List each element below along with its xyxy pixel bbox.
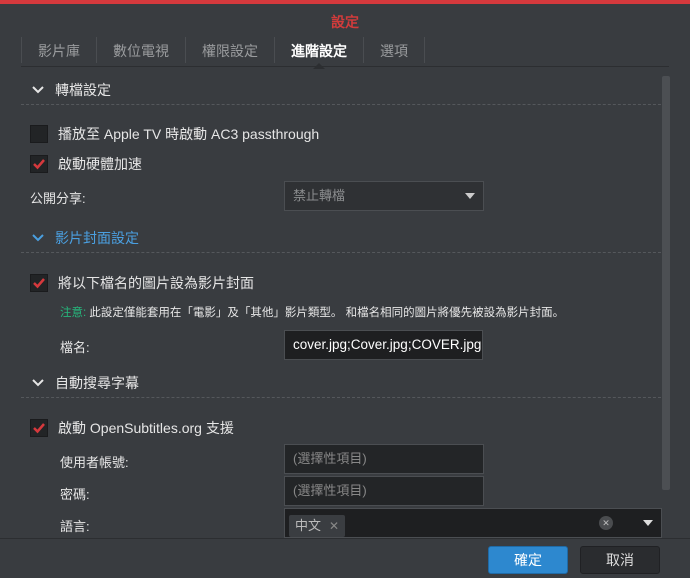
dropdown-arrow-icon[interactable]	[643, 520, 653, 526]
username-input[interactable]: (選擇性項目)	[284, 444, 484, 474]
window-title: 設定	[331, 14, 359, 30]
hw-accel-label: 啟動硬體加速	[58, 156, 142, 172]
section-title: 影片封面設定	[55, 229, 139, 246]
public-share-label: 公開分享:	[30, 191, 86, 206]
section-title: 自動搜尋字幕	[55, 374, 139, 391]
ok-button[interactable]: 確定	[488, 546, 568, 574]
chevron-down-icon	[32, 233, 44, 241]
tab-advanced[interactable]: 進階設定	[274, 37, 363, 69]
checkmark-icon	[33, 423, 45, 434]
language-select[interactable]: 中文 ✕ ✕	[284, 508, 662, 538]
checkbox[interactable]	[30, 125, 48, 143]
tag-remove-icon[interactable]: ✕	[329, 515, 339, 537]
language-tag: 中文 ✕	[289, 515, 346, 537]
checkbox-checked[interactable]	[30, 155, 48, 173]
tab-permissions[interactable]: 權限設定	[185, 37, 274, 63]
select-value: 禁止轉檔	[293, 188, 346, 203]
checkbox-checked[interactable]	[30, 274, 48, 292]
ac3-checkbox-row[interactable]: 播放至 Apple TV 時啟動 AC3 passthrough	[30, 124, 319, 144]
tag-label: 中文	[295, 518, 322, 533]
checkbox-checked[interactable]	[30, 419, 48, 437]
tab-bar: 影片庫 數位電視 權限設定 進階設定 選項	[21, 36, 669, 69]
language-label: 語言:	[60, 519, 90, 534]
section-title: 轉檔設定	[55, 81, 111, 98]
checkmark-icon	[33, 278, 45, 289]
top-accent-bar	[0, 0, 690, 4]
section-cover[interactable]: 影片封面設定	[21, 223, 662, 253]
opensubtitles-label: 啟動 OpenSubtitles.org 支援	[58, 420, 234, 436]
tab-library[interactable]: 影片庫	[21, 37, 96, 63]
dropdown-arrow-icon	[465, 193, 475, 199]
opensubtitles-checkbox-row[interactable]: 啟動 OpenSubtitles.org 支援	[30, 418, 234, 438]
username-label: 使用者帳號:	[60, 455, 129, 470]
cover-note: 注意: 此設定僅能套用在「電影」及「其他」影片類型。 和檔名相同的圖片將優先被設…	[60, 304, 564, 320]
hw-accel-checkbox-row[interactable]: 啟動硬體加速	[30, 154, 142, 174]
cancel-button[interactable]: 取消	[580, 546, 660, 574]
settings-content: 轉檔設定 播放至 Apple TV 時啟動 AC3 passthrough 啟動…	[0, 70, 662, 538]
password-label: 密碼:	[60, 487, 90, 502]
tab-dtv[interactable]: 數位電視	[96, 37, 185, 63]
note-prefix: 注意:	[60, 307, 87, 319]
password-input[interactable]: (選擇性項目)	[284, 476, 484, 506]
ac3-label: 播放至 Apple TV 時啟動 AC3 passthrough	[58, 126, 320, 142]
cover-checkbox-row[interactable]: 將以下檔名的圖片設為影片封面	[30, 273, 254, 293]
cover-label: 將以下檔名的圖片設為影片封面	[58, 275, 254, 291]
chevron-down-icon	[32, 85, 44, 93]
note-text: 此設定僅能套用在「電影」及「其他」影片類型。 和檔名相同的圖片將優先被設為影片封…	[86, 307, 565, 319]
tab-options[interactable]: 選項	[363, 37, 424, 63]
chevron-down-icon	[32, 378, 44, 386]
filename-input[interactable]: cover.jpg;Cover.jpg;COVER.jpg;folder.jpg…	[284, 330, 483, 360]
section-transcode[interactable]: 轉檔設定	[21, 75, 662, 105]
dialog-footer: 確定 取消	[0, 538, 690, 578]
section-subtitles[interactable]: 自動搜尋字幕	[21, 368, 662, 398]
checkmark-icon	[33, 159, 45, 170]
scrollbar[interactable]	[662, 76, 670, 490]
public-share-select[interactable]: 禁止轉檔	[284, 181, 484, 211]
tab-divider	[424, 37, 425, 63]
clear-icon[interactable]: ✕	[599, 516, 613, 530]
filename-label: 檔名:	[60, 340, 90, 355]
